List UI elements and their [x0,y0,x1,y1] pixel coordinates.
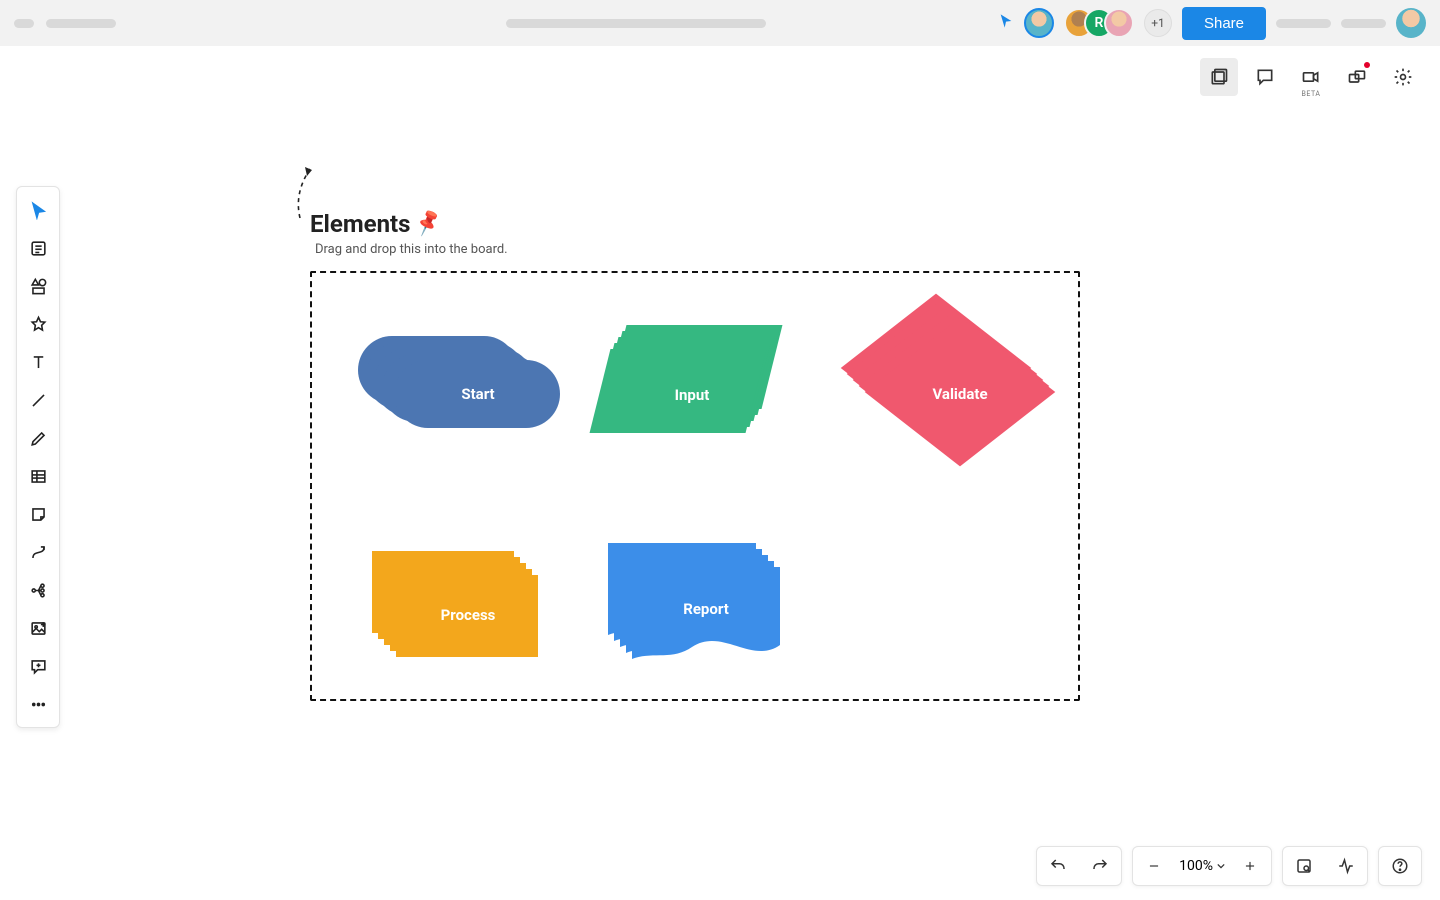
zoom-group: 100% [1132,846,1272,886]
chevron-down-icon [1217,862,1225,870]
shape-stack-input[interactable]: Input [602,325,782,437]
canvas[interactable]: Elements 📌 Drag and drop this into the b… [0,46,1440,900]
zoom-level[interactable]: 100% [1175,858,1229,874]
top-bar-right: R +1 Share [998,7,1426,40]
header-action-placeholder[interactable] [1341,19,1386,28]
board-title-placeholder[interactable] [506,19,766,28]
section-subtitle: Drag and drop this into the board. [315,242,508,257]
zoom-out-button[interactable] [1133,846,1175,886]
share-button[interactable]: Share [1182,7,1266,40]
shape-stack-report[interactable]: Report [608,543,784,663]
shape-stack-validate[interactable]: Validate [840,294,1050,469]
top-bar-left [14,19,274,28]
help-button[interactable] [1379,846,1421,886]
current-user-avatar[interactable] [1024,8,1054,38]
minimap-button[interactable] [1283,846,1325,886]
shape-stack-process[interactable]: Process [372,551,544,657]
collaborator-avatar[interactable] [1104,8,1134,38]
pin-icon: 📌 [412,207,444,238]
top-bar-mid [286,19,986,28]
title-placeholder[interactable] [46,19,116,28]
zoom-value: 100% [1179,858,1213,874]
more-collaborators[interactable]: +1 [1144,9,1172,37]
shape-stack-start[interactable]: Start [358,336,560,434]
undo-redo-group [1036,846,1122,886]
collaborator-avatars[interactable]: R [1064,8,1134,38]
bottom-bar: 100% [1036,846,1422,886]
profile-avatar[interactable] [1396,8,1426,38]
section-title-text: Elements [310,210,410,238]
header-action-placeholder[interactable] [1276,19,1331,28]
zoom-in-button[interactable] [1229,846,1271,886]
section-title[interactable]: Elements 📌 [310,210,441,238]
top-bar: R +1 Share [0,0,1440,46]
activity-button[interactable] [1325,846,1367,886]
map-group [1282,846,1368,886]
redo-button[interactable] [1079,846,1121,886]
presence-cursor-icon [998,13,1014,33]
undo-button[interactable] [1037,846,1079,886]
menu-placeholder[interactable] [14,19,34,28]
help-group [1378,846,1422,886]
